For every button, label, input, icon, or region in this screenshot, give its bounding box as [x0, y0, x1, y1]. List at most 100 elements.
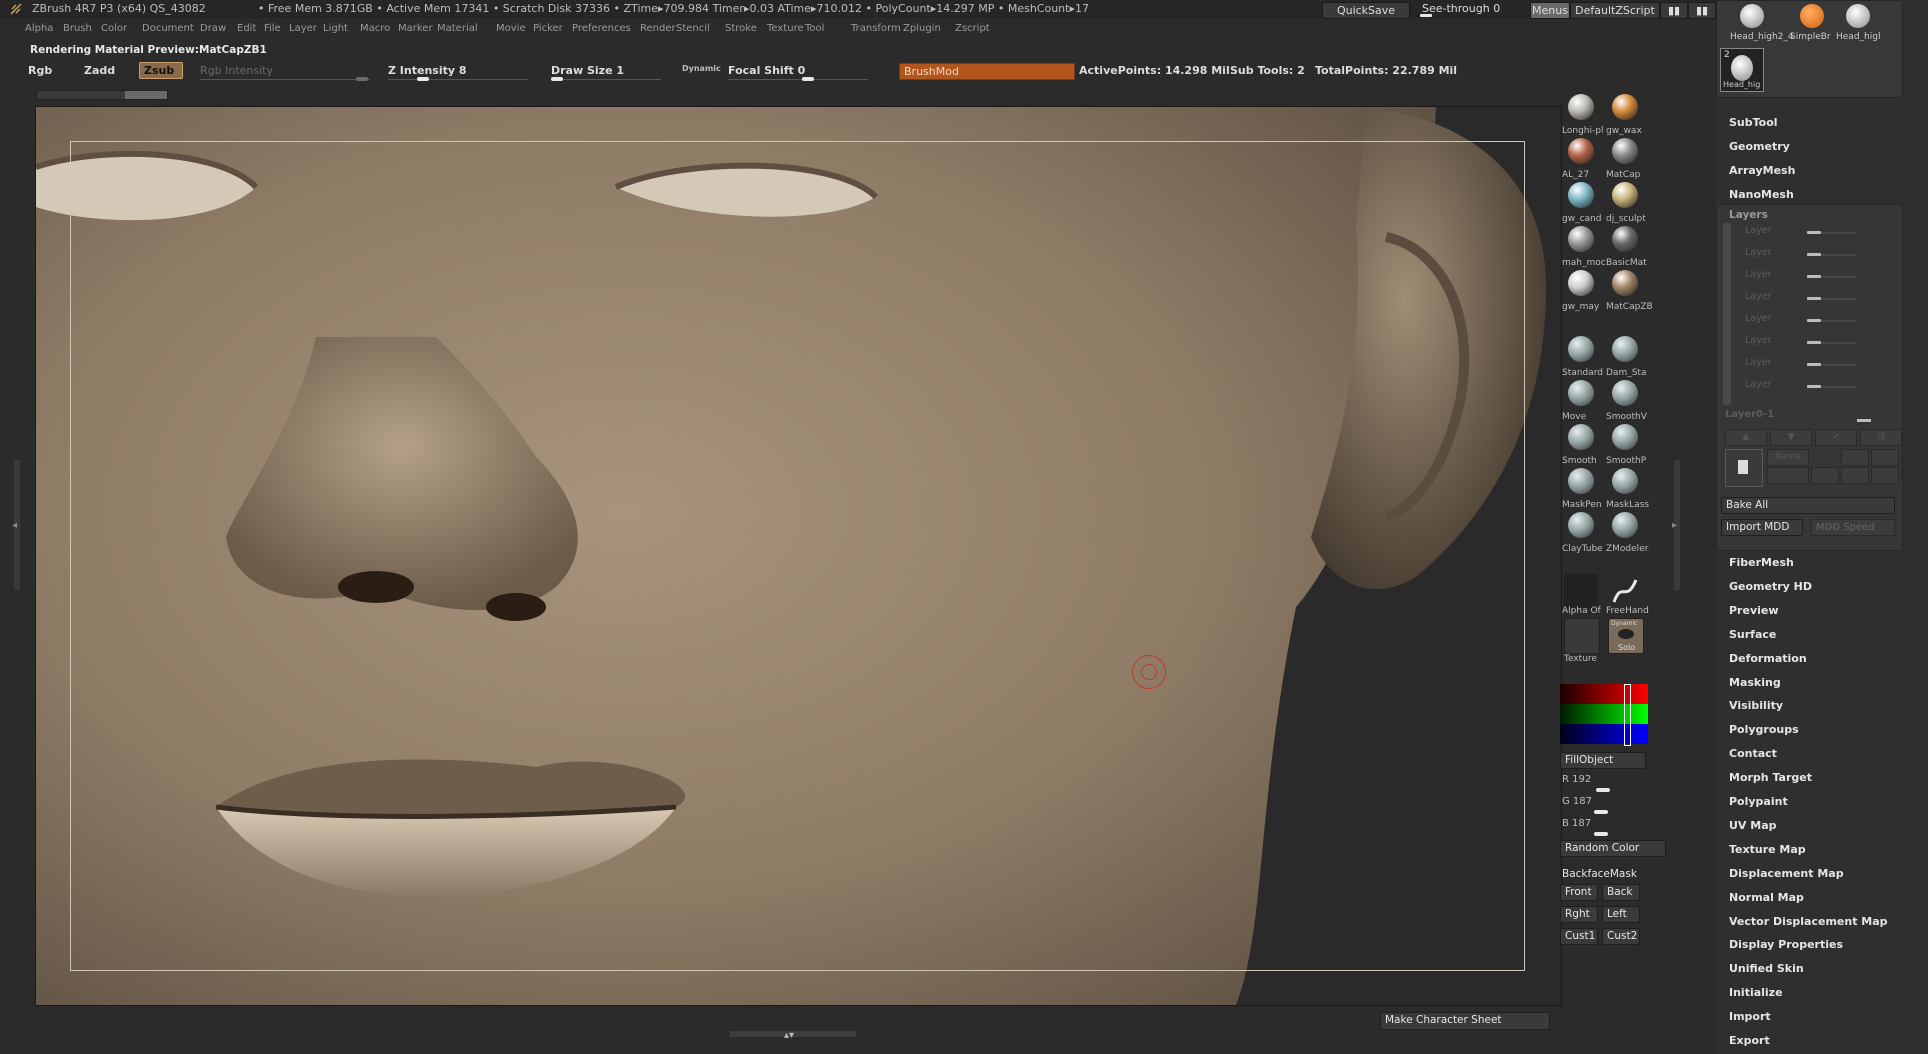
subtool-thumb-label[interactable]: SimpleBr [1790, 32, 1831, 42]
split-icon[interactable]: ⇶ [1860, 429, 1902, 446]
menu-edit[interactable]: Edit [237, 22, 256, 36]
rgb-intensity-track[interactable] [200, 79, 370, 80]
fill-object-button[interactable]: FillObject [1560, 752, 1646, 769]
material-swatch[interactable] [1564, 178, 1598, 212]
palette-unified-skin[interactable]: Unified Skin [1729, 962, 1804, 975]
menu-transform[interactable]: Transform [851, 22, 901, 36]
brush-mod-slider[interactable]: BrushMod [899, 63, 1075, 80]
menu-material[interactable]: Material [437, 22, 478, 36]
palette-preview[interactable]: Preview [1729, 604, 1779, 617]
brush-swatch[interactable] [1564, 420, 1598, 454]
palette-initialize[interactable]: Initialize [1729, 986, 1783, 999]
layers-title[interactable]: Layers [1729, 209, 1768, 221]
layer-row[interactable]: Layer [1745, 313, 1772, 324]
brush-swatch[interactable] [1608, 376, 1642, 410]
layer-strength-slider[interactable] [1807, 363, 1857, 366]
tray-toggle-icon[interactable]: ▴▾ [784, 1030, 794, 1041]
palette-nanomesh[interactable]: NanoMesh [1729, 188, 1794, 201]
menu-light[interactable]: Light [323, 22, 348, 36]
menu-document[interactable]: Document [142, 22, 194, 36]
palette-normal-map[interactable]: Normal Map [1729, 891, 1804, 904]
arrow-right-icon[interactable]: ➚ [1815, 429, 1857, 446]
menu-render[interactable]: Render [640, 22, 676, 36]
menu-file[interactable]: File [264, 22, 281, 36]
layer-row[interactable]: Layer [1745, 357, 1772, 368]
brush-swatch[interactable] [1564, 508, 1598, 542]
arrow-down-icon[interactable]: ▼ [1770, 429, 1812, 446]
palette-display-properties[interactable]: Display Properties [1729, 938, 1843, 951]
draw-size-track[interactable] [551, 79, 661, 80]
palette-import[interactable]: Import [1729, 1010, 1771, 1023]
see-through-slider[interactable]: See-through 0 [1416, 0, 1512, 18]
merge-icon[interactable] [1871, 449, 1899, 466]
layer-row[interactable]: Layer [1745, 225, 1772, 236]
palette-export[interactable]: Export [1729, 1034, 1770, 1047]
record-icon[interactable] [1811, 467, 1839, 484]
palette-geometry-hd[interactable]: Geometry HD [1729, 580, 1812, 593]
layer-strength-knob[interactable] [1807, 385, 1821, 388]
layer-row[interactable]: Layer [1745, 269, 1772, 280]
new-layer-icon[interactable] [1725, 449, 1763, 487]
material-swatch[interactable] [1608, 90, 1642, 124]
default-zscript-button[interactable]: DefaultZScript [1570, 2, 1660, 19]
material-swatch[interactable] [1564, 266, 1598, 300]
layer-strength-knob[interactable] [1807, 231, 1821, 234]
layer-strength-knob[interactable] [1807, 253, 1821, 256]
color-picker[interactable] [1560, 684, 1648, 746]
mdd-speed-slider[interactable]: MDD Speed [1811, 519, 1895, 536]
material-swatch[interactable] [1564, 134, 1598, 168]
material-swatch[interactable] [1608, 266, 1642, 300]
layer-row[interactable]: Layer [1745, 335, 1772, 346]
layer-row[interactable]: Layer [1745, 291, 1772, 302]
brush-swatch[interactable] [1608, 508, 1642, 542]
layer-strength-slider[interactable] [1807, 253, 1857, 256]
menu-texture[interactable]: Texture [767, 22, 804, 36]
menu-picker[interactable]: Picker [533, 22, 563, 36]
view-front-button[interactable]: Front [1560, 884, 1598, 901]
menu-stroke[interactable]: Stroke [725, 22, 757, 36]
blue-slider[interactable]: B 187 [1562, 818, 1591, 829]
palette-geometry[interactable]: Geometry [1729, 140, 1790, 153]
view-left-button[interactable]: Left [1602, 906, 1640, 923]
menu-tool[interactable]: Tool [805, 22, 824, 36]
menu-movie[interactable]: Movie [496, 22, 526, 36]
menu-marker[interactable]: Marker [398, 22, 433, 36]
material-swatch[interactable] [1608, 134, 1642, 168]
brush-swatch[interactable] [1564, 332, 1598, 366]
palette-contact[interactable]: Contact [1729, 747, 1777, 760]
subtool-thumb-label[interactable]: Head_high2_4 [1730, 32, 1794, 42]
brush-swatch[interactable] [1608, 464, 1642, 498]
menu-draw[interactable]: Draw [200, 22, 226, 36]
draw-size-slider[interactable]: Draw Size 1 [551, 64, 624, 77]
brush-swatch[interactable] [1608, 420, 1642, 454]
palette-uv-map[interactable]: UV Map [1729, 819, 1777, 832]
brush-swatch[interactable] [1564, 464, 1598, 498]
make-character-sheet-button[interactable]: Make Character Sheet [1380, 1012, 1550, 1030]
material-swatch[interactable] [1564, 90, 1598, 124]
subtool-thumb-icon[interactable] [1846, 4, 1870, 28]
see-through-knob[interactable] [1420, 14, 1432, 17]
layer-name-knob[interactable] [1857, 419, 1871, 422]
layout-right-icon[interactable]: ▮▮ [1688, 2, 1716, 19]
layer-strength-knob[interactable] [1807, 297, 1821, 300]
menu-color[interactable]: Color [101, 22, 127, 36]
left-tray-arrow-icon[interactable]: ◂ [12, 520, 17, 531]
layer-strength-knob[interactable] [1807, 275, 1821, 278]
random-color-button[interactable]: Random Color [1560, 840, 1666, 857]
menu-macro[interactable]: Macro [360, 22, 390, 36]
rgb-toggle[interactable]: Rgb [28, 64, 52, 77]
delete-icon[interactable] [1841, 449, 1869, 466]
layer-strength-knob[interactable] [1807, 363, 1821, 366]
palette-subtool[interactable]: SubTool [1729, 116, 1778, 129]
solo-dynamic-button[interactable]: Dynamic Solo [1608, 618, 1644, 654]
view-back-button[interactable]: Back [1602, 884, 1640, 901]
palette-texture-map[interactable]: Texture Map [1729, 843, 1806, 856]
layer-strength-knob[interactable] [1807, 319, 1821, 322]
focal-shift-slider[interactable]: Focal Shift 0 [728, 64, 805, 77]
menu-layer[interactable]: Layer [289, 22, 317, 36]
menu-zscript[interactable]: Zscript [955, 22, 990, 36]
alpha-off-swatch[interactable] [1564, 574, 1598, 608]
backface-mask-toggle[interactable]: BackfaceMask [1562, 868, 1637, 880]
split-down-icon[interactable] [1841, 467, 1869, 484]
menu-preferences[interactable]: Preferences [572, 22, 631, 36]
